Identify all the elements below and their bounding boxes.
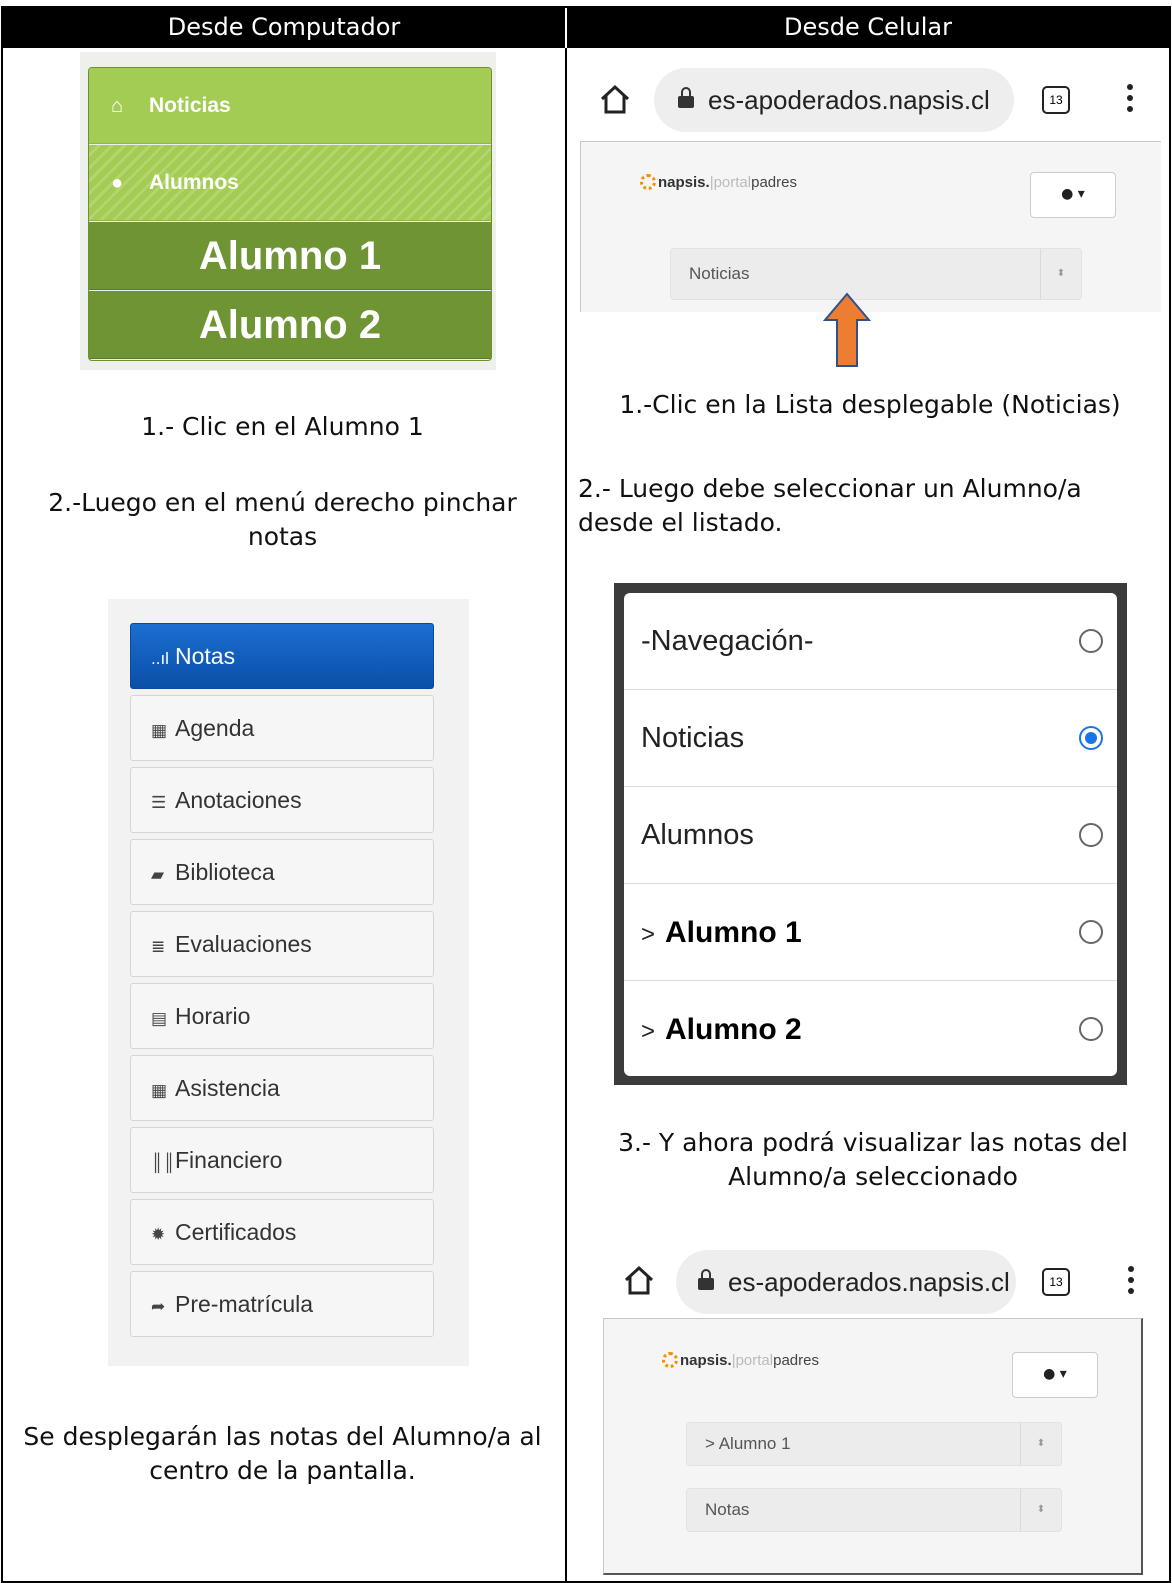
- lock-icon: [678, 87, 694, 108]
- header-mobile: Desde Celular: [567, 6, 1169, 48]
- nav-item-label: Biblioteca: [175, 859, 275, 885]
- tab-count-button[interactable]: 13: [1042, 86, 1070, 114]
- napsis-logo: napsis.|portalpadres: [640, 174, 797, 191]
- list-icon: ≣: [151, 937, 166, 956]
- nav-item-label: Notas: [175, 643, 236, 669]
- home-icon[interactable]: [598, 82, 632, 116]
- nav-item-label: Evaluaciones: [175, 931, 312, 957]
- user-menu-button[interactable]: ● ▾: [1012, 1352, 1098, 1398]
- select-arrows-icon: ⬍: [1020, 1423, 1061, 1465]
- radio-selected-icon[interactable]: [1079, 726, 1103, 750]
- radio-option-label: Alumnos: [641, 819, 754, 851]
- home-icon[interactable]: [622, 1263, 656, 1297]
- radio-unselected-icon[interactable]: [1079, 920, 1103, 944]
- more-options-icon[interactable]: [1127, 84, 1133, 117]
- radio-option-label: -Navegación-: [641, 625, 814, 657]
- nav-item-certificados[interactable]: ✹ Certificados: [130, 1199, 434, 1265]
- nav-item-horario[interactable]: ▤ Horario: [130, 983, 434, 1049]
- menu-item-alumnos[interactable]: ● Alumnos: [89, 145, 491, 221]
- radio-option-label: Noticias: [641, 722, 745, 754]
- radio-unselected-icon[interactable]: [1079, 1017, 1103, 1041]
- nav-item-pre-matr-cula[interactable]: ➦ Pre-matrícula: [130, 1271, 434, 1337]
- nav-item-biblioteca[interactable]: ▰ Biblioteca: [130, 839, 434, 905]
- column-divider: [565, 48, 567, 1583]
- desktop-footer-note: Se desplegarán las notas del Alumno/a al…: [23, 1422, 542, 1485]
- nav-item-label: Horario: [175, 1003, 251, 1029]
- indent-marker: >: [641, 1018, 656, 1045]
- grid-icon: ▦: [151, 721, 168, 740]
- calendar-icon: ▦: [151, 1081, 168, 1100]
- nav-item-label: Anotaciones: [175, 787, 302, 813]
- radio-option[interactable]: Alumnos: [624, 787, 1117, 884]
- indent-marker: >: [641, 921, 656, 948]
- barcode-icon: ║║: [151, 1153, 176, 1172]
- up-arrow-icon: [822, 292, 872, 367]
- radio-option-label: Alumno 2: [665, 1013, 802, 1046]
- select-arrows-icon: ⬍: [1040, 249, 1081, 299]
- student-select[interactable]: > Alumno 1 ⬍: [686, 1422, 1062, 1466]
- mobile-step-1: 1.-Clic en la Lista desplegable (Noticia…: [619, 390, 1121, 419]
- section-select[interactable]: Notas ⬍: [686, 1488, 1062, 1532]
- url-bar[interactable]: es-apoderados.napsis.cl: [676, 1250, 1016, 1314]
- book-icon: ▰: [151, 865, 165, 884]
- nav-item-label: Pre-matrícula: [175, 1291, 314, 1317]
- radio-option[interactable]: Noticias: [624, 690, 1117, 787]
- certificate-icon: ✹: [151, 1225, 166, 1244]
- lock-icon: [698, 1269, 714, 1290]
- radio-option[interactable]: > Alumno 1: [624, 884, 1117, 981]
- user-menu-button[interactable]: ● ▾: [1030, 172, 1116, 218]
- radio-option[interactable]: > Alumno 2: [624, 981, 1117, 1078]
- nav-item-notas[interactable]: ..ıl Notas: [130, 623, 434, 689]
- header-desktop: Desde Computador: [3, 6, 565, 48]
- radio-unselected-icon[interactable]: [1079, 823, 1103, 847]
- radio-unselected-icon[interactable]: [1079, 629, 1103, 653]
- user-icon: ●: [111, 172, 124, 194]
- napsis-logo: napsis.|portalpadres: [662, 1352, 819, 1369]
- list-icon: ☰: [151, 793, 167, 812]
- nav-item-label: Agenda: [175, 715, 255, 741]
- nav-item-anotaciones[interactable]: ☰ Anotaciones: [130, 767, 434, 833]
- radio-option-label: Alumno 1: [665, 916, 802, 949]
- table-icon: ▤: [151, 1009, 168, 1028]
- mobile-step-2: 2.- Luego debe seleccionar un Alumno/a d…: [578, 474, 1082, 537]
- menu-item-alumno-1[interactable]: Alumno 1: [89, 222, 491, 290]
- tab-count-button[interactable]: 13: [1042, 1268, 1070, 1296]
- nav-select[interactable]: Noticias ⬍: [670, 248, 1082, 300]
- share-arrow-icon: ➦: [151, 1297, 166, 1316]
- nav-item-financiero[interactable]: ║║Financiero: [130, 1127, 434, 1193]
- select-arrows-icon: ⬍: [1020, 1489, 1061, 1531]
- menu-item-noticias[interactable]: ⌂ Noticias: [89, 68, 491, 144]
- green-menu: ⌂ Noticias ● Alumnos Alumno 1 Alumno 2: [88, 67, 492, 361]
- nav-item-asistencia[interactable]: ▦ Asistencia: [130, 1055, 434, 1121]
- nav-item-evaluaciones[interactable]: ≣ Evaluaciones: [130, 911, 434, 977]
- nav-item-label: Certificados: [175, 1219, 297, 1245]
- nav-item-agenda[interactable]: ▦ Agenda: [130, 695, 434, 761]
- url-bar[interactable]: es-apoderados.napsis.cl: [654, 68, 1014, 132]
- radio-option[interactable]: -Navegación-: [624, 593, 1117, 690]
- desktop-step-1: 1.- Clic en el Alumno 1: [141, 412, 424, 441]
- nav-item-label: Financiero: [175, 1147, 283, 1173]
- desktop-step-2: 2.-Luego en el menú derecho pinchar nota…: [48, 488, 517, 551]
- nav-item-label: Asistencia: [175, 1075, 280, 1101]
- more-options-icon[interactable]: [1128, 1266, 1134, 1299]
- home-icon: ⌂: [111, 95, 124, 117]
- menu-item-alumno-2[interactable]: Alumno 2: [89, 291, 491, 359]
- mobile-step-3: 3.- Y ahora podrá visualizar las notas d…: [618, 1128, 1128, 1191]
- signal-icon: ..ıl: [151, 649, 169, 668]
